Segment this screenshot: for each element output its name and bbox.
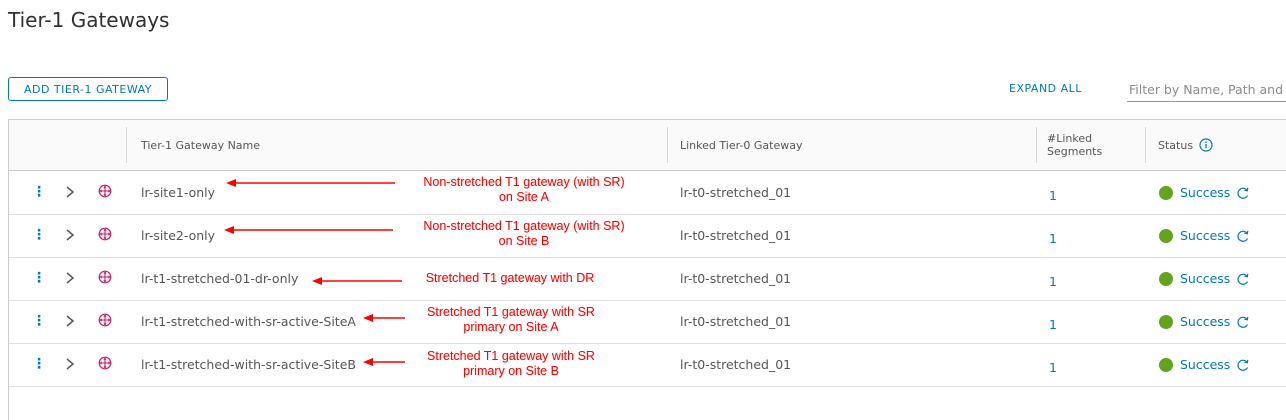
tier1-gateway-icon — [98, 313, 112, 327]
status-success-dot — [1159, 357, 1173, 372]
annotation-note: Non-stretched T1 gateway (with SR) on Sit… — [394, 175, 654, 205]
column-separator — [667, 127, 668, 163]
linked-t0-gateway: lr-t0-stretched_01 — [680, 228, 792, 243]
kebab-vertical-icon[interactable]: ⋮ — [32, 183, 46, 201]
tier1-gateway-icon — [98, 184, 112, 198]
refresh-icon[interactable] — [1236, 315, 1250, 329]
status-cell: Success — [1159, 214, 1250, 257]
chevron-right-icon[interactable] — [63, 312, 77, 330]
kebab-vertical-icon[interactable]: ⋮ — [32, 226, 46, 244]
chevron-right-icon[interactable] — [63, 355, 77, 373]
filter-input[interactable] — [1127, 78, 1286, 102]
chevron-right-icon[interactable] — [63, 269, 77, 287]
linked-segments-count-cell: 1 — [1049, 217, 1057, 260]
status-text: Success — [1180, 314, 1231, 329]
linked-segments-count-cell: 1 — [1049, 346, 1057, 389]
annotation-line2: on Site A — [498, 190, 550, 204]
status-cell: Success — [1159, 300, 1250, 343]
linked-t0-gateway: lr-t0-stretched_01 — [680, 357, 792, 372]
table-row[interactable]: ⋮ lr-t1-stretched-with-sr-active-SiteB l… — [9, 343, 1286, 387]
kebab-vertical-icon[interactable]: ⋮ — [32, 355, 46, 373]
table-row[interactable]: ⋮ lr-t1-stretched-with-sr-active-SiteA l… — [9, 300, 1286, 344]
refresh-icon[interactable] — [1236, 358, 1250, 372]
kebab-vertical-icon[interactable]: ⋮ — [32, 269, 46, 287]
column-separator — [126, 127, 127, 163]
status-text: Success — [1180, 357, 1231, 372]
annotation-line1: Stretched T1 gateway with SR — [427, 349, 595, 363]
expand-all-link[interactable]: EXPAND ALL — [1009, 82, 1082, 95]
column-header-linked-segments[interactable]: #Linked Segments — [1047, 120, 1102, 170]
linked-segments-count-cell: 1 — [1049, 260, 1057, 303]
gateway-name: lr-t1-stretched-with-sr-active-SiteA — [141, 314, 356, 329]
annotation-line2: primary on Site A — [463, 320, 559, 334]
column-separator — [1036, 127, 1037, 163]
refresh-icon[interactable] — [1236, 186, 1250, 200]
annotation-line1: Non-stretched T1 gateway (with SR) — [423, 175, 625, 189]
page-title: Tier-1 Gateways — [8, 8, 170, 32]
linked-segments-count[interactable]: 1 — [1049, 231, 1057, 246]
column-header-status-label: Status — [1158, 138, 1194, 152]
linked-t0-gateway: lr-t0-stretched_01 — [680, 185, 792, 200]
linked-segments-count[interactable]: 1 — [1049, 274, 1057, 289]
linked-segments-count-cell: 1 — [1049, 174, 1057, 217]
status-cell: Success — [1159, 257, 1250, 300]
column-header-linked-segments-line2: Segments — [1047, 145, 1103, 158]
gateway-name: lr-t1-stretched-with-sr-active-SiteB — [141, 357, 356, 372]
column-header-name[interactable]: Tier-1 Gateway Name — [141, 120, 260, 170]
table-row[interactable]: ⋮ lr-t1-stretched-01-dr-only lr-t0-stret… — [9, 257, 1286, 301]
refresh-icon[interactable] — [1236, 229, 1250, 243]
linked-t0-gateway: lr-t0-stretched_01 — [680, 271, 792, 286]
status-success-dot — [1159, 185, 1173, 200]
chevron-right-icon[interactable] — [63, 183, 77, 201]
column-header-linked-segments-line1: #Linked — [1047, 132, 1093, 145]
info-circle-icon[interactable] — [1199, 138, 1213, 152]
tier1-gateway-icon — [98, 227, 112, 241]
gateway-name: lr-site1-only — [141, 185, 216, 200]
annotation-note: Stretched T1 gateway with SR primary on S… — [381, 349, 641, 379]
kebab-vertical-icon[interactable]: ⋮ — [32, 312, 46, 330]
annotation-line1: Stretched T1 gateway with SR — [427, 305, 595, 319]
add-tier1-gateway-button[interactable]: ADD TIER-1 GATEWAY — [8, 77, 168, 101]
column-separator — [1145, 127, 1146, 163]
annotation-note: Non-stretched T1 gateway (with SR) on Sit… — [394, 219, 654, 249]
status-text: Success — [1180, 271, 1231, 286]
status-text: Success — [1180, 228, 1231, 243]
column-header-linked-t0[interactable]: Linked Tier-0 Gateway — [680, 120, 802, 170]
gateway-name: lr-site2-only — [141, 228, 216, 243]
tier1-gateways-table: Tier-1 Gateway Name Linked Tier-0 Gatewa… — [8, 119, 1286, 420]
linked-segments-count[interactable]: 1 — [1049, 188, 1057, 203]
annotation-note: Stretched T1 gateway with SR primary on S… — [381, 305, 641, 335]
table-header: Tier-1 Gateway Name Linked Tier-0 Gatewa… — [9, 120, 1286, 171]
status-text: Success — [1180, 185, 1231, 200]
status-cell: Success — [1159, 343, 1250, 386]
gateway-name: lr-t1-stretched-01-dr-only — [141, 271, 299, 286]
tier1-gateway-icon — [98, 270, 112, 284]
status-success-dot — [1159, 228, 1173, 243]
annotation-line1: Non-stretched T1 gateway (with SR) — [423, 219, 625, 233]
chevron-right-icon[interactable] — [63, 226, 77, 244]
status-success-dot — [1159, 271, 1173, 286]
status-success-dot — [1159, 314, 1173, 329]
column-header-status[interactable]: Status — [1158, 120, 1213, 170]
linked-segments-count-cell: 1 — [1049, 303, 1057, 346]
annotation-line2: primary on Site B — [463, 364, 559, 378]
annotation-line2: on Site B — [498, 234, 550, 248]
status-cell: Success — [1159, 171, 1250, 214]
linked-segments-count[interactable]: 1 — [1049, 317, 1057, 332]
annotation-note: Stretched T1 gateway with DR — [380, 271, 640, 286]
refresh-icon[interactable] — [1236, 272, 1250, 286]
linked-t0-gateway: lr-t0-stretched_01 — [680, 314, 792, 329]
annotation-line1: Stretched T1 gateway with DR — [425, 271, 595, 285]
linked-segments-count[interactable]: 1 — [1049, 360, 1057, 375]
tier1-gateway-icon — [98, 356, 112, 370]
